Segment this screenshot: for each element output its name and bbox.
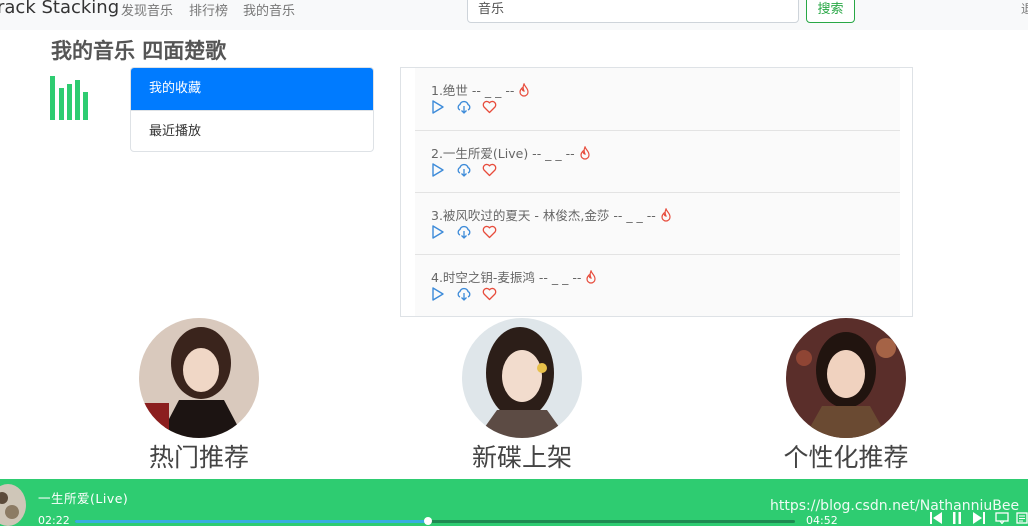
player-song-title: 一生所爱(Live) — [38, 491, 129, 506]
recommend-personal[interactable]: 个性化推荐 — [783, 318, 909, 472]
heart-icon[interactable] — [482, 163, 497, 177]
player-total-time: 04:52 — [806, 514, 838, 526]
heart-icon[interactable] — [482, 100, 497, 114]
navbar: rack Stacking 发现音乐 排行榜 我的音乐 音乐 搜索 退 — [0, 0, 1028, 30]
playlist-icon[interactable] — [1016, 512, 1028, 524]
progress-bar[interactable] — [75, 517, 795, 525]
bar-chart-icon — [50, 76, 88, 120]
previous-icon[interactable] — [930, 512, 942, 524]
song-item: 2.一生所爱(Live) -- _ _ -- — [415, 130, 900, 192]
recommend-hot-image[interactable] — [139, 318, 259, 438]
recommend-personal-label[interactable]: 个性化推荐 — [783, 438, 908, 474]
song-title[interactable]: 1.绝世 -- _ _ -- — [431, 80, 530, 99]
cloud-download-icon[interactable] — [456, 287, 472, 301]
player-current-time: 02:22 — [38, 514, 70, 526]
song-title[interactable]: 4.时空之钥-麦振鸿 -- _ _ -- — [431, 267, 597, 286]
nav-link-charts[interactable]: 排行榜 — [189, 0, 228, 19]
sidebar-item-recent[interactable]: 最近播放 — [131, 110, 373, 151]
cloud-download-icon[interactable] — [456, 163, 472, 177]
play-icon[interactable] — [431, 100, 445, 114]
lyrics-icon[interactable] — [995, 512, 1009, 524]
progress-knob[interactable] — [423, 517, 432, 525]
song-item: 4.时空之钥-麦振鸿 -- _ _ -- — [415, 254, 900, 316]
nav-link-discover[interactable]: 发现音乐 — [121, 0, 173, 19]
song-title[interactable]: 2.一生所爱(Live) -- _ _ -- — [431, 143, 591, 162]
sidebar-item-favorites[interactable]: 我的收藏 — [131, 68, 373, 110]
recommend-new-albums-label[interactable]: 新碟上架 — [472, 438, 572, 474]
fire-icon — [661, 208, 671, 222]
heart-icon[interactable] — [482, 225, 497, 239]
cloud-download-icon[interactable] — [456, 100, 472, 114]
search-button[interactable]: 搜索 — [806, 0, 855, 23]
nav-link-my-music[interactable]: 我的音乐 — [243, 0, 295, 19]
album-cover[interactable] — [0, 484, 26, 526]
pause-icon[interactable] — [952, 512, 962, 524]
recommend-new-albums[interactable]: 新碟上架 — [462, 318, 582, 472]
fire-icon — [586, 270, 596, 284]
song-item: 3.被风吹过的夏天 - 林俊杰,金莎 -- _ _ -- — [415, 192, 900, 254]
recommend-hot-label[interactable]: 热门推荐 — [149, 438, 249, 474]
cloud-download-icon[interactable] — [456, 225, 472, 239]
search-input[interactable]: 音乐 — [467, 0, 799, 23]
recommend-hot[interactable]: 热门推荐 — [139, 318, 259, 472]
recommend-new-albums-image[interactable] — [462, 318, 582, 438]
song-title[interactable]: 3.被风吹过的夏天 - 林俊杰,金莎 -- _ _ -- — [431, 205, 672, 224]
play-icon[interactable] — [431, 225, 445, 239]
player-bar: 一生所爱(Live) 02:22 04:52 https://blog.csdn… — [0, 479, 1028, 526]
fire-icon — [580, 146, 590, 160]
play-icon[interactable] — [431, 287, 445, 301]
nav-link-logout[interactable]: 退 — [1021, 0, 1028, 17]
song-item: 1.绝世 -- _ _ -- — [415, 68, 900, 130]
recommend-personal-image[interactable] — [786, 318, 906, 438]
progress-fill — [75, 520, 428, 523]
heart-icon[interactable] — [482, 287, 497, 301]
sidebar-list: 我的收藏 最近播放 — [130, 67, 374, 152]
page-title: 我的音乐 四面楚歌 — [51, 39, 227, 63]
next-icon[interactable] — [973, 512, 985, 524]
song-list: 1.绝世 -- _ _ -- 2.一生所爱(Live) -- _ _ -- 3.… — [400, 67, 913, 317]
brand-logo[interactable]: rack Stacking — [0, 0, 119, 18]
play-icon[interactable] — [431, 163, 445, 177]
fire-icon — [519, 83, 529, 97]
